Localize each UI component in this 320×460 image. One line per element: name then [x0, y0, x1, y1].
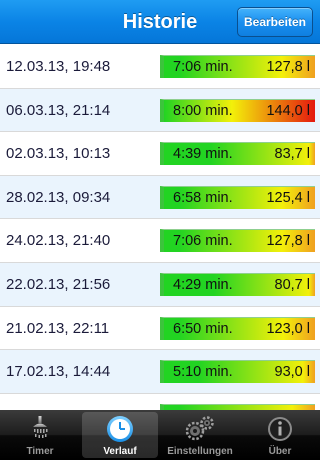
list-item[interactable]: 28.02.13, 09:34 6:58 min. 125,4 l [0, 175, 320, 220]
entry-volume: 127,8 l [266, 59, 310, 75]
entry-date: 28.02.13, 09:34 [6, 188, 111, 206]
nav-bar: Historie Bearbeiten [0, 0, 320, 44]
history-list: 12.03.13, 19:48 7:06 min. 127,8 l 06.03.… [0, 45, 320, 410]
usage-bar: 8:00 min. 144,0 l [160, 98, 315, 122]
entry-date: 12.03.13, 19:48 [6, 58, 111, 75]
entry-date: 17.02.13, 14:44 [6, 363, 111, 381]
list-item[interactable]: 24.02.13, 21:40 7:06 min. 127,8 l [0, 219, 320, 263]
clock-icon [82, 414, 158, 444]
entry-volume: 144,0 l [266, 102, 310, 119]
entry-duration: 8:00 min. [173, 102, 233, 119]
entry-volume: 80,7 l [274, 276, 310, 293]
entry-date: 22.02.13, 21:56 [6, 275, 111, 293]
list-item[interactable]: 02.03.13, 10:13 4:39 min. 83,7 l [0, 132, 320, 176]
entry-date: 21.02.13, 22:11 [6, 319, 110, 337]
tab-ueber[interactable]: Über [242, 412, 318, 458]
entry-volume: 93,0 l [274, 364, 310, 381]
usage-bar: 7:06 min. 127,8 l [160, 229, 315, 253]
entry-volume: 123,0 l [266, 320, 310, 337]
entry-duration: 6:58 min. [173, 189, 233, 206]
gears-icon [162, 414, 238, 444]
entry-duration: 5:10 min. [173, 364, 233, 381]
list-item[interactable]: 12.03.13, 19:48 7:06 min. 127,8 l [0, 45, 320, 89]
entry-duration: 6:50 min. [173, 320, 233, 337]
usage-bar: 4:29 min. 80,7 l [160, 272, 315, 296]
usage-bar: 6:58 min. 125,4 l [160, 185, 315, 209]
entry-date: 06.03.13, 21:14 [6, 101, 111, 119]
usage-bar: 5:10 min. 93,0 l [160, 360, 315, 384]
tab-label: Einstellungen [167, 446, 233, 457]
tab-label: Timer [26, 446, 54, 457]
entry-duration: 7:06 min. [173, 59, 233, 75]
entry-duration: 4:29 min. [173, 276, 233, 293]
entry-date: 02.03.13, 10:13 [6, 145, 111, 163]
tab-bar: Timer Verlauf Einstellungen Über [0, 410, 320, 460]
edit-button[interactable]: Bearbeiten [237, 7, 313, 37]
list-item[interactable]: 06.03.13, 21:14 8:00 min. 144,0 l [0, 88, 320, 133]
list-item[interactable]: 17.02.13, 14:44 5:10 min. 93,0 l [0, 350, 320, 394]
tab-einstellungen[interactable]: Einstellungen [162, 412, 238, 458]
list-item[interactable] [0, 394, 320, 410]
entry-volume: 83,7 l [274, 146, 310, 163]
entry-date: 24.02.13, 21:40 [6, 232, 111, 250]
list-item[interactable]: 21.02.13, 22:11 6:50 min. 123,0 l [0, 307, 320, 351]
list-item[interactable]: 22.02.13, 21:56 4:29 min. 80,7 l [0, 262, 320, 307]
entry-duration: 7:06 min. [173, 233, 233, 250]
tab-label: Über [268, 446, 292, 457]
usage-bar: 4:39 min. 83,7 l [160, 142, 315, 166]
tab-label: Verlauf [103, 446, 137, 457]
shower-icon [2, 414, 78, 444]
tab-verlauf[interactable]: Verlauf [82, 412, 158, 458]
entry-duration: 4:39 min. [173, 146, 233, 163]
info-icon [242, 414, 318, 444]
entry-volume: 127,8 l [266, 233, 310, 250]
entry-volume: 125,4 l [266, 189, 310, 206]
usage-bar: 6:50 min. 123,0 l [160, 316, 315, 340]
usage-bar: 7:06 min. 127,8 l [160, 55, 315, 78]
tab-timer[interactable]: Timer [2, 412, 78, 458]
